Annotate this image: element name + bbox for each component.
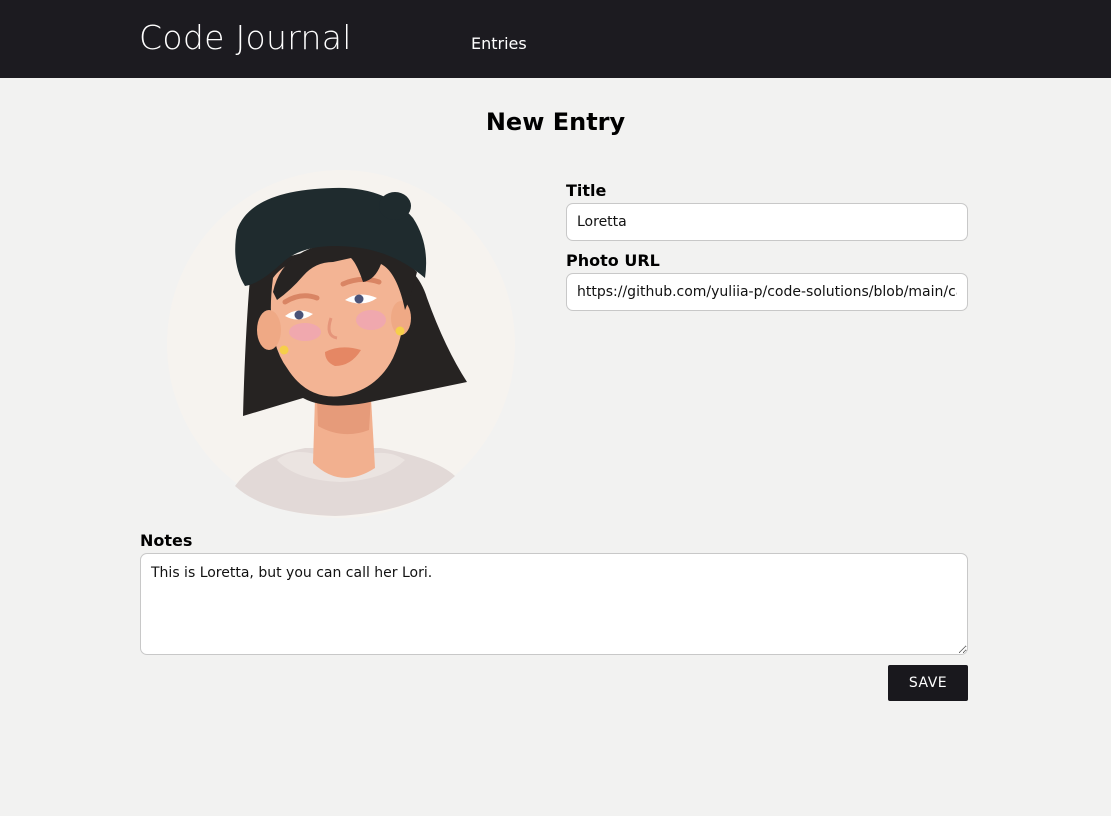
nav-link-entries[interactable]: Entries <box>471 34 527 53</box>
photo-url-input[interactable] <box>566 273 968 311</box>
title-label: Title <box>566 181 607 200</box>
save-button[interactable]: SAVE <box>888 665 968 701</box>
notes-textarea[interactable]: This is Loretta, but you can call her Lo… <box>140 553 968 655</box>
photo-url-label: Photo URL <box>566 251 660 270</box>
page-title: New Entry <box>485 108 626 136</box>
title-input[interactable] <box>566 203 968 241</box>
notes-label: Notes <box>140 531 193 550</box>
brand-title: Code Journal <box>139 18 352 57</box>
portrait-illustration <box>167 170 515 518</box>
top-navbar: Code Journal Entries <box>0 0 1111 78</box>
entry-photo-preview <box>165 168 517 520</box>
